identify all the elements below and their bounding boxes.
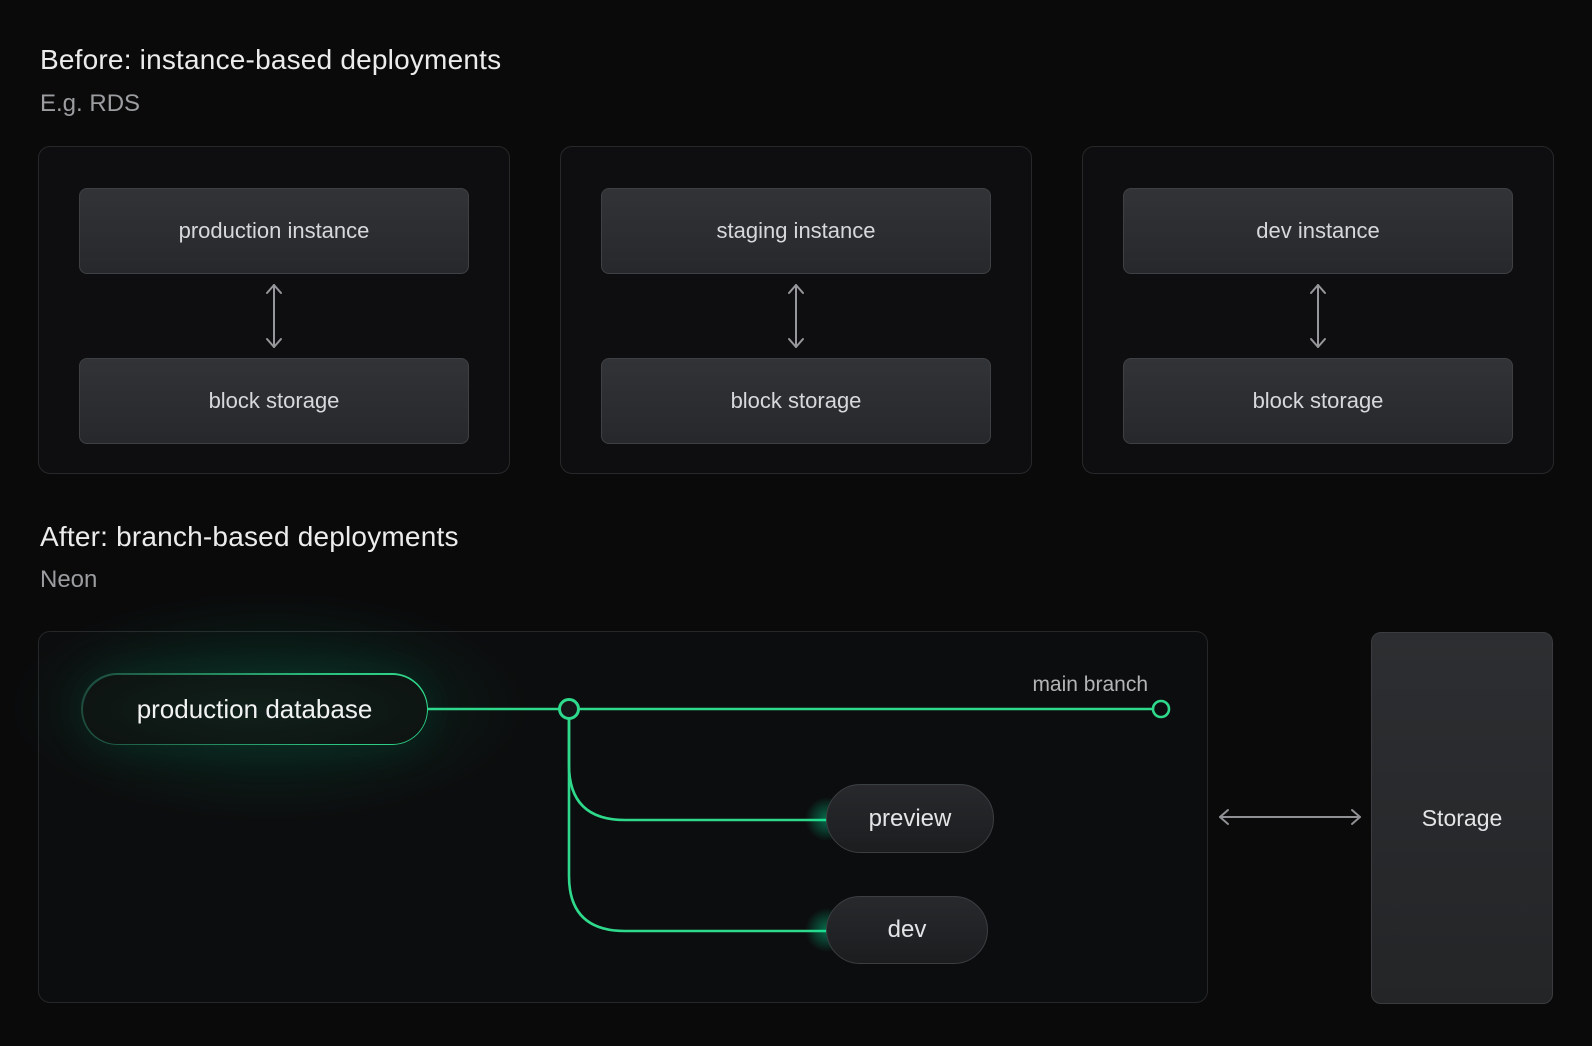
production-environment-card: production instance block storage [38,146,510,474]
block-storage-node: block storage [601,358,991,444]
staging-environment-card: staging instance block storage [560,146,1032,474]
dev-branch-node: dev [826,896,988,964]
before-cards-row: production instance block storage stagin… [38,146,1554,474]
storage-node: Storage [1371,632,1553,1004]
production-instance-node: production instance [79,188,469,274]
bidirectional-horizontal-arrow-icon [1219,809,1361,825]
dev-instance-node: dev instance [1123,188,1513,274]
staging-instance-node: staging instance [601,188,991,274]
block-storage-node: block storage [1123,358,1513,444]
block-storage-node: block storage [79,358,469,444]
dev-environment-card: dev instance block storage [1082,146,1554,474]
branch-diagram-panel: main branch production database preview … [9,592,1208,1003]
preview-branch-node: preview [826,784,994,853]
branch-fork-node [558,698,580,720]
before-section-title: Before: instance-based deployments [40,44,502,75]
dev-branch-line [567,719,828,933]
after-section-title: After: branch-based deployments [40,521,459,552]
bidirectional-vertical-arrow-icon [788,284,804,348]
before-section-subtitle: E.g. RDS [40,90,141,117]
production-database-label: production database [82,674,427,744]
main-branch-end-node [1151,699,1171,719]
bidirectional-vertical-arrow-icon [1310,284,1326,348]
after-section-subtitle: Neon [40,566,98,593]
diagram-canvas: Before: instance-based deployments E.g. … [0,0,1592,1046]
production-database-node: production database [81,673,428,745]
storage-label: Storage [1421,804,1503,831]
bidirectional-vertical-arrow-icon [266,284,282,348]
preview-branch-line [567,719,828,822]
